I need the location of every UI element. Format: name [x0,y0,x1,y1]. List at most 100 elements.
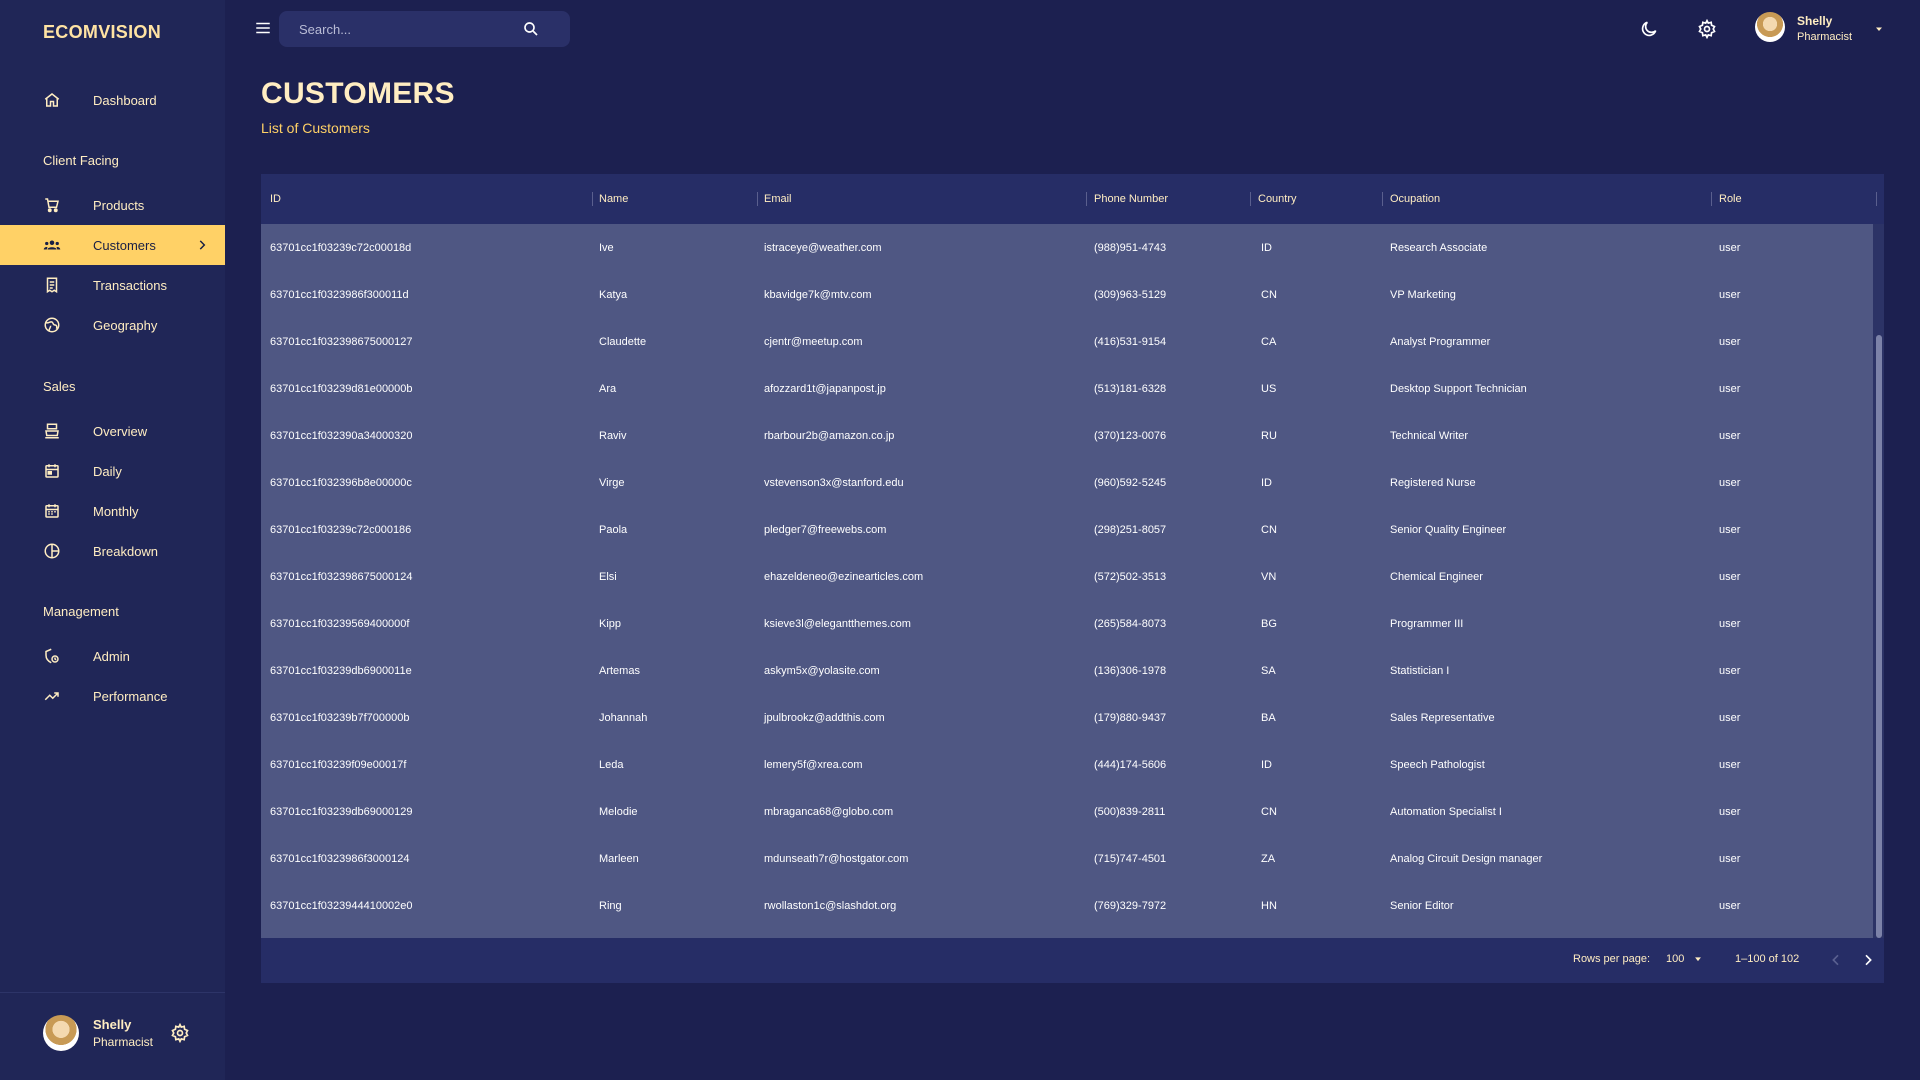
sidebar-item-dashboard[interactable]: Dashboard [0,80,225,120]
cell-id: 63701cc1f0323944410002e0 [270,899,413,912]
sidebar-item-geography[interactable]: Geography [0,305,225,345]
column-separator[interactable] [1086,192,1087,206]
cell-occupation: Sales Representative [1390,711,1495,724]
table-row[interactable]: 63701cc1f03239b7f700000b Johannah jpulbroo… [261,694,1873,741]
cell-phone: (416)531-9154 [1094,335,1167,348]
cell-name: Katya [599,288,628,301]
column-header-id[interactable]: ID [270,174,281,224]
cell-country: VN [1261,570,1277,583]
sidebar-item-label: Admin [93,648,130,664]
sidebar-item-products[interactable]: Products [0,185,225,225]
pagination-range: 1–100 of 102 [1735,953,1800,965]
admin-panel-icon [42,646,62,666]
table-row[interactable]: 63701cc1f0323944410002e0 Ring rwollaston1c… [261,882,1873,929]
column-separator[interactable] [1250,192,1251,206]
table-row[interactable]: 63701cc1f0323986f3000124 Marleen mdunseath… [261,835,1873,882]
cell-id: 63701cc1f032396b8e00000c [270,476,412,489]
column-header-role[interactable]: Role [1719,174,1742,224]
cell-email: rbarbour2b@amazon.co.jp [764,429,895,442]
chevron-right-icon[interactable] [1860,952,1876,968]
cell-occupation: VP Marketing [1390,288,1456,301]
sidebar-item-transactions[interactable]: Transactions [0,265,225,305]
table-row[interactable]: 63701cc1f03239db6900011e Artemas askym5x@y… [261,647,1873,694]
brand-logo[interactable]: ECOMVISION [43,22,161,43]
column-header-email[interactable]: Email [764,174,792,224]
column-header-name[interactable]: Name [599,174,628,224]
scrollbar-thumb[interactable] [1876,335,1882,938]
section-label-client-facing: Client Facing [43,153,119,168]
column-header-phone[interactable]: Phone Number [1094,174,1168,224]
sidebar: ECOMVISION Dashboard Client Facing Produ… [0,0,225,1080]
page-subtitle: List of Customers [261,120,370,136]
column-header-occupation[interactable]: Ocupation [1390,174,1440,224]
cell-email: jpulbrookz@addthis.com [764,711,885,724]
sidebar-item-label: Monthly [93,503,139,519]
column-separator[interactable] [592,192,593,206]
sidebar-divider [0,992,225,993]
sidebar-item-overview[interactable]: Overview [0,411,225,451]
sidebar-item-admin[interactable]: Admin [0,636,225,676]
cell-email: lemery5f@xrea.com [764,758,863,771]
cell-role: user [1719,758,1741,771]
gear-icon[interactable] [170,1023,190,1043]
topbar-user-menu[interactable]: Shelly Pharmacist [1755,12,1895,48]
table-row[interactable]: 63701cc1f0323986f300011d Katya kbavidge7k@… [261,271,1873,318]
sidebar-item-performance[interactable]: Performance [0,676,225,716]
column-separator[interactable] [1711,192,1712,206]
calendar-month-icon [42,501,62,521]
chevron-left-icon[interactable] [1828,952,1844,968]
avatar [43,1015,79,1051]
cell-occupation: Research Associate [1390,241,1488,254]
sidebar-item-breakdown[interactable]: Breakdown [0,531,225,571]
calendar-today-icon [42,461,62,481]
cell-name: Elsi [599,570,617,583]
search-input[interactable] [299,11,519,47]
cell-occupation: Chemical Engineer [1390,570,1483,583]
cell-occupation: Registered Nurse [1390,476,1476,489]
table-row[interactable]: 63701cc1f03239f09e00017f Leda lemery5f@xre… [261,741,1873,788]
cell-name: Artemas [599,664,640,677]
table-row[interactable]: 63701cc1f03239db69000129 Melodie mbraganca… [261,788,1873,835]
sidebar-item-label: Geography [93,317,158,333]
sidebar-item-customers[interactable]: Customers [0,225,225,265]
column-separator[interactable] [1382,192,1383,206]
table-row[interactable]: 63701cc1f03239c72c000186 Paola pledger7@fr… [261,506,1873,553]
search-icon[interactable] [522,20,540,38]
column-separator[interactable] [757,192,758,206]
rows-per-page-select[interactable]: 100 [1666,953,1684,965]
settings-gear-icon[interactable] [1697,19,1717,39]
cell-country: CA [1261,335,1277,348]
cell-role: user [1719,617,1741,630]
cell-country: CN [1261,805,1277,818]
column-separator[interactable] [1876,192,1877,206]
table-row[interactable]: 63701cc1f03239569400000f Kipp ksieve3l@ele… [261,600,1873,647]
cell-id: 63701cc1f03239d81e00000b [270,382,413,395]
sidebar-item-daily[interactable]: Daily [0,451,225,491]
cell-country: SA [1261,664,1276,677]
table-row[interactable]: 63701cc1f032398675000124 Elsi ehazeldeneo@… [261,553,1873,600]
cell-role: user [1719,570,1741,583]
cell-role: user [1719,241,1741,254]
cell-country: ID [1261,758,1272,771]
table-row[interactable]: 63701cc1f032398675000127 Claudette cjentr@… [261,318,1873,365]
menu-icon[interactable] [254,19,272,37]
cell-name: Raviv [599,429,627,442]
cell-name: Johannah [599,711,648,724]
cell-id: 63701cc1f032398675000124 [270,570,413,583]
table-row[interactable]: 63701cc1f03239c72c00018d Ive istraceye@wea… [261,224,1873,271]
cell-occupation: Technical Writer [1390,429,1469,442]
cell-occupation: Statistician I [1390,664,1450,677]
arrow-drop-down-icon[interactable] [1693,954,1703,964]
sidebar-item-label: Overview [93,423,148,439]
cell-email: pledger7@freewebs.com [764,523,887,536]
cell-email: kbavidge7k@mtv.com [764,288,872,301]
user-name: Shelly [1797,14,1833,28]
cell-email: afozzard1t@japanpost.jp [764,382,886,395]
column-header-country[interactable]: Country [1258,174,1297,224]
cell-occupation: Analyst Programmer [1390,335,1491,348]
table-row[interactable]: 63701cc1f03239d81e00000b Ara afozzard1t@ja… [261,365,1873,412]
table-row[interactable]: 63701cc1f032390a34000320 Raviv rbarbour2b@… [261,412,1873,459]
sidebar-item-monthly[interactable]: Monthly [0,491,225,531]
dark-mode-icon[interactable] [1639,19,1659,39]
table-row[interactable]: 63701cc1f032396b8e00000c Virge vstevenson3… [261,459,1873,506]
